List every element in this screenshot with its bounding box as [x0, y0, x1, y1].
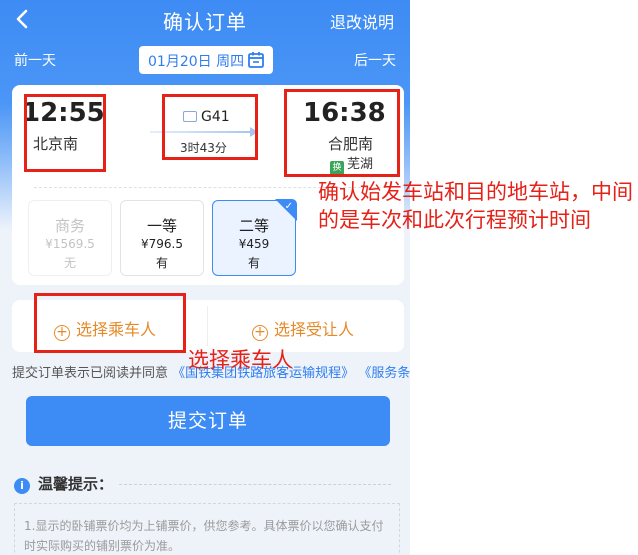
seat-name: 二等	[238, 217, 269, 235]
tips-header: i 温馨提示：	[14, 473, 392, 494]
plus-circle-icon: +	[252, 325, 268, 341]
seat-availability: 有	[247, 256, 260, 270]
seat-price: ¥459	[238, 237, 270, 251]
refund-policy-link[interactable]: 退改说明	[330, 9, 394, 33]
select-beneficiary-button[interactable]: + 选择受让人	[252, 316, 354, 341]
date-row: 前一天 01月20日 周四 后一天	[0, 44, 410, 74]
highlight-arrival	[284, 89, 400, 177]
seat-price: ¥796.5	[141, 237, 183, 251]
tips-title-line	[119, 484, 392, 485]
terms-link[interactable]: 《服务条款》	[358, 366, 410, 381]
calendar-icon	[248, 52, 264, 68]
order-confirm-screen: 确认订单 退改说明 前一天 01月20日 周四 后一天 12:55 北京南 G4…	[0, 0, 410, 555]
seat-option-first-class[interactable]: 一等 ¥796.5 有	[120, 200, 204, 276]
top-bar: 确认订单 退改说明	[0, 0, 410, 40]
date-picker[interactable]: 01月20日 周四	[139, 46, 273, 74]
highlight-passenger	[34, 293, 186, 353]
seat-availability: 无	[63, 256, 76, 270]
highlight-train	[162, 94, 258, 160]
seat-name: 一等	[146, 217, 177, 235]
select-beneficiary-label: 选择受让人	[274, 320, 355, 339]
annotation-trip-note: 确认始发车站和目的地车站，中间的是车次和此次行程预计时间	[318, 180, 633, 232]
seat-availability: 有	[155, 256, 168, 270]
date-text: 01月20日 周四	[148, 54, 245, 70]
annotation-passenger-note: 选择乘车人	[188, 348, 293, 372]
seat-price: ¥1569.5	[45, 237, 95, 251]
submit-order-button[interactable]: 提交订单	[26, 396, 390, 446]
next-day-button[interactable]: 后一天	[354, 50, 396, 70]
highlight-departure	[24, 94, 106, 172]
info-icon: i	[14, 478, 30, 494]
agreement-prefix: 提交订单表示已阅读并同意	[12, 366, 169, 381]
previous-day-button[interactable]: 前一天	[14, 50, 56, 70]
seat-option-business[interactable]: 商务 ¥1569.5 无	[28, 200, 112, 276]
check-icon: ✓	[284, 201, 293, 212]
tips-text: 1.显示的卧铺票价均为上铺票价，供您参考。具体票价以您确认支付时实际购买的铺别票…	[24, 519, 384, 553]
passenger-divider	[207, 306, 208, 346]
seat-name: 商务	[54, 217, 85, 235]
tips-title: 温馨提示：	[38, 475, 114, 493]
seat-option-second-class[interactable]: ✓ 二等 ¥459 有	[212, 199, 297, 276]
